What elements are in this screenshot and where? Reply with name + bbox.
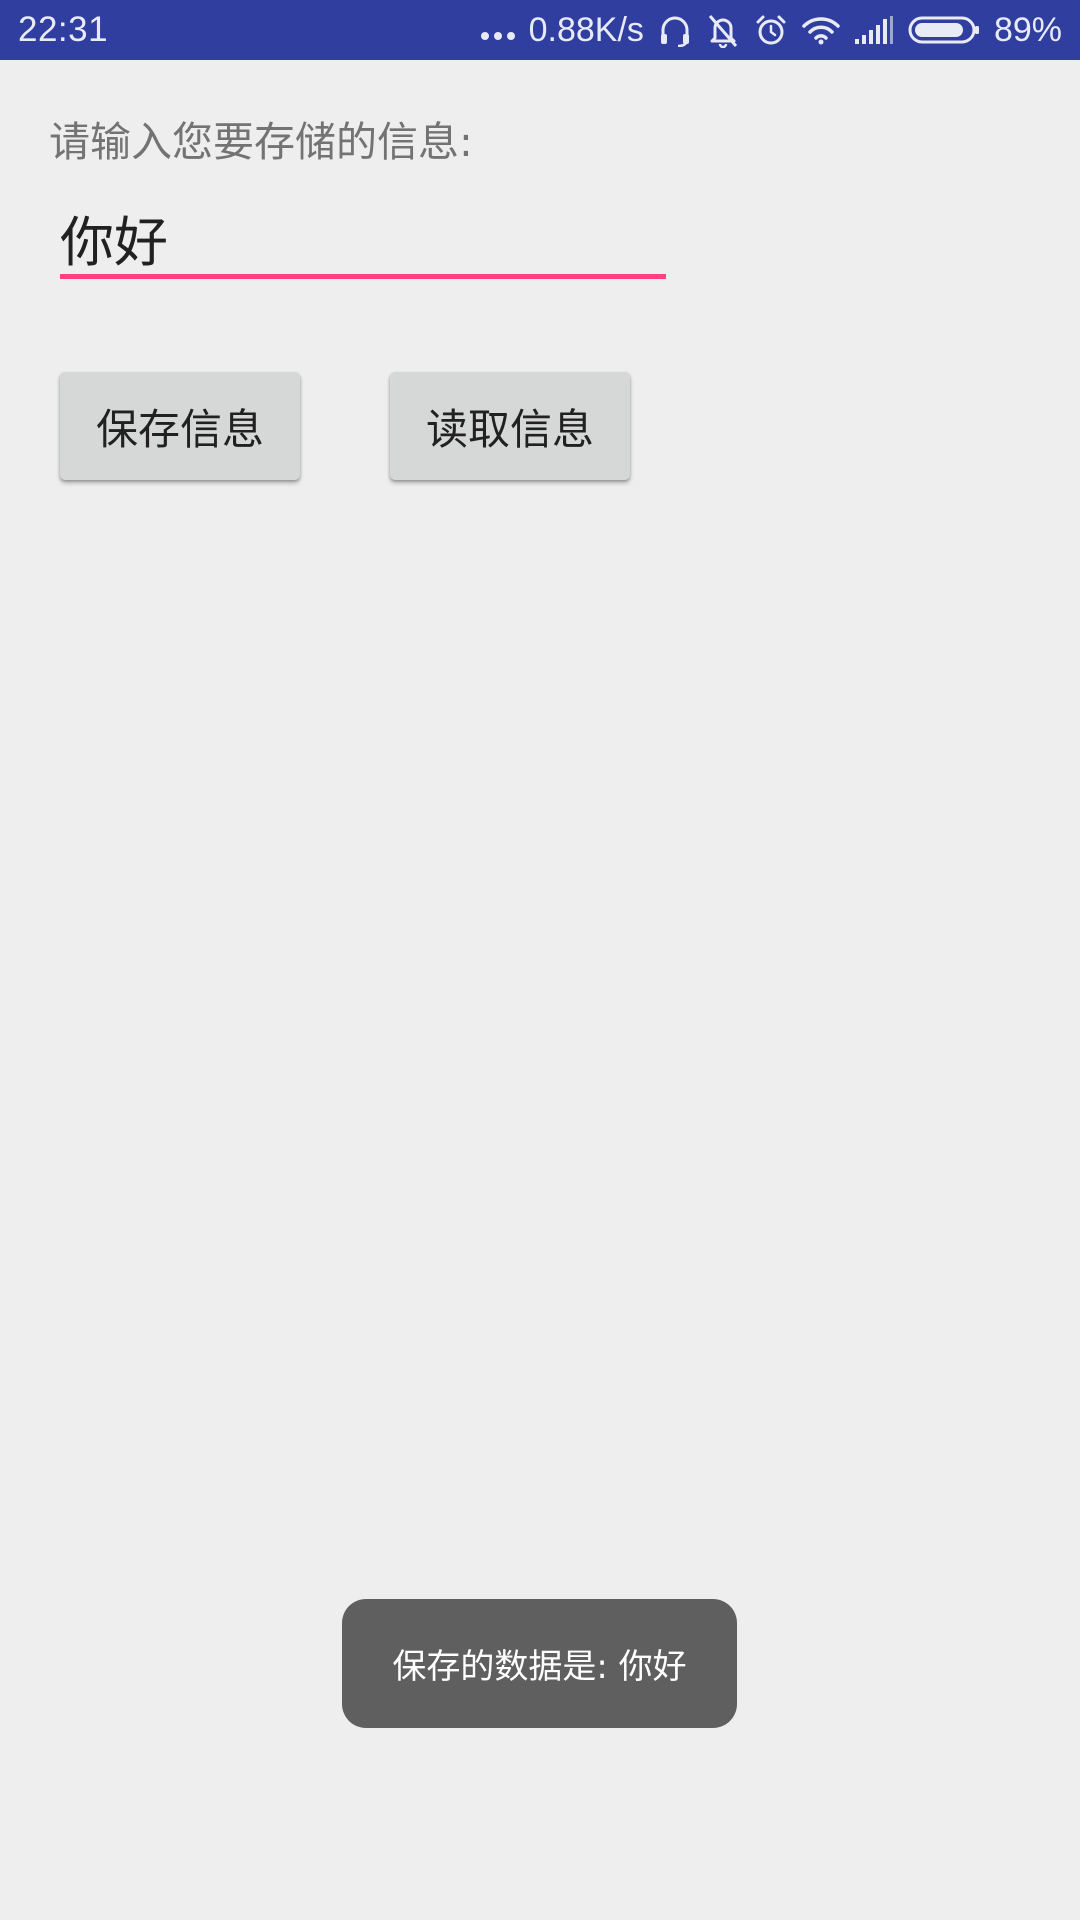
status-bar: 22:31 0.88K/s 89% [0, 0, 1080, 60]
save-info-button[interactable]: 保存信息 [60, 372, 300, 480]
headset-icon [658, 13, 692, 47]
info-input[interactable] [60, 196, 666, 278]
notifications-off-icon [706, 12, 740, 48]
battery-icon [908, 15, 980, 45]
prompt-label: 请输入您要存储的信息: [49, 118, 473, 166]
signal-icon [854, 15, 894, 45]
status-icons: 0.88K/s 89% [467, 0, 1062, 60]
wifi-icon [802, 15, 840, 45]
toast-message: 保存的数据是: 你好 [342, 1599, 737, 1728]
network-speed: 0.88K/s [528, 10, 644, 49]
battery-percent: 89% [993, 10, 1062, 49]
status-time: 22:31 [18, 10, 109, 49]
alarm-icon [754, 13, 788, 47]
input-underline [60, 274, 666, 279]
app-screen: 22:31 0.88K/s 89% 请输入您要存储的信息: 你好 保存信息 读取… [0, 0, 1080, 1920]
read-info-button[interactable]: 读取信息 [390, 372, 630, 480]
more-dots-icon [480, 32, 515, 40]
